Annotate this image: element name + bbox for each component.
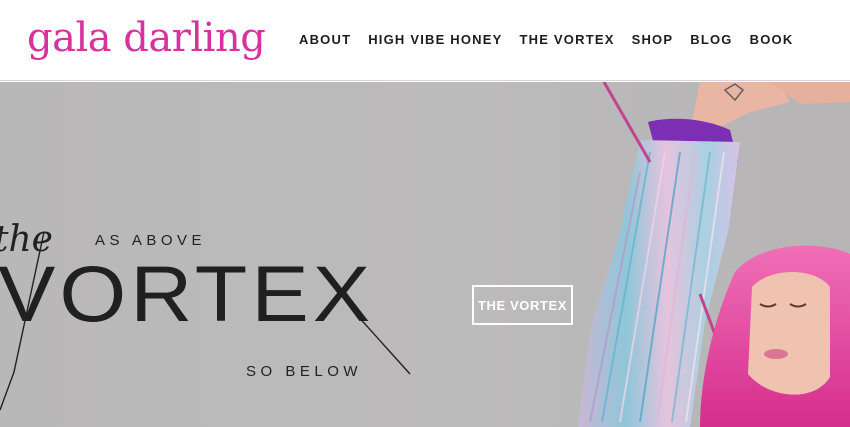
main-nav: ABOUT HIGH VIBE HONEY THE VORTEX SHOP BL… bbox=[299, 31, 810, 49]
hero-banner: the AS ABOVE VORTEX SO BELOW THE VORTEX bbox=[0, 82, 850, 427]
nav-item-the-vortex[interactable]: THE VORTEX bbox=[520, 31, 615, 49]
face bbox=[748, 272, 830, 395]
nav-item-blog[interactable]: BLOG bbox=[690, 31, 732, 49]
hero-as-above-text: AS ABOVE bbox=[95, 232, 207, 249]
nav-item-about[interactable]: ABOUT bbox=[299, 31, 351, 49]
pink-line bbox=[602, 82, 652, 163]
lips bbox=[764, 349, 788, 359]
nav-item-shop[interactable]: SHOP bbox=[632, 31, 674, 49]
site-header: gala darling ABOUT HIGH VIBE HONEY THE V… bbox=[0, 0, 850, 81]
hero-so-below-text: SO BELOW bbox=[246, 363, 363, 380]
nav-item-high-vibe-honey[interactable]: HIGH VIBE HONEY bbox=[368, 31, 502, 49]
nav-item-book[interactable]: BOOK bbox=[750, 31, 794, 49]
hero-vortex-title: VORTEX bbox=[0, 250, 375, 339]
the-vortex-button[interactable]: THE VORTEX bbox=[472, 285, 573, 325]
site-logo[interactable]: gala darling bbox=[27, 12, 266, 64]
